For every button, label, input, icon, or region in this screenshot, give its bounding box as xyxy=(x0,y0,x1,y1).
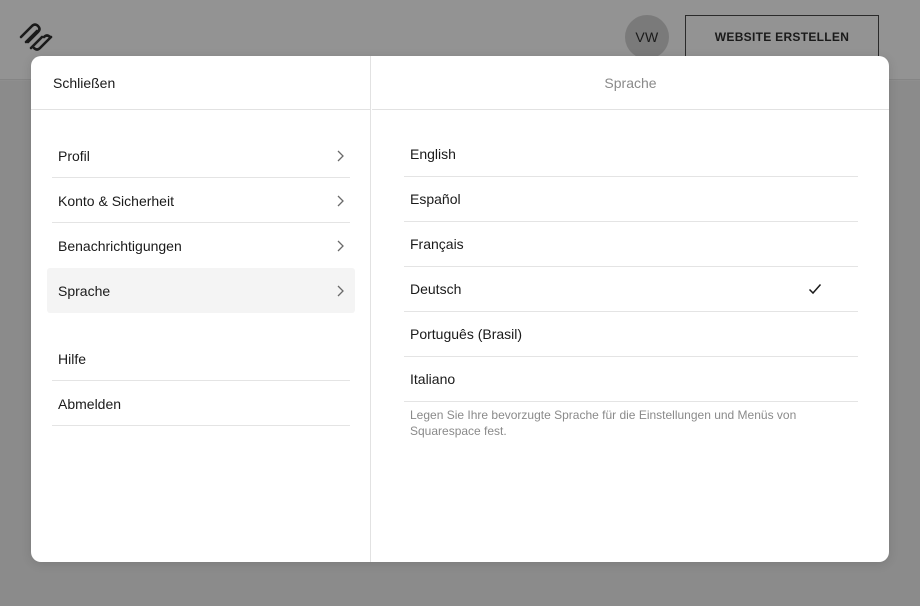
chevron-right-icon xyxy=(337,240,344,251)
panel-title: Sprache xyxy=(604,74,657,91)
language-option-portugues[interactable]: Português (Brasil) xyxy=(404,312,858,357)
menu-item-label: Sprache xyxy=(58,282,111,299)
menu-item-hilfe[interactable]: Hilfe xyxy=(47,336,355,381)
menu-item-sprache[interactable]: Sprache xyxy=(47,268,355,313)
chevron-right-icon xyxy=(337,195,344,206)
language-hint-text: Legen Sie Ihre bevorzugte Sprache für di… xyxy=(410,408,797,438)
language-option-italiano[interactable]: Italiano xyxy=(404,357,858,402)
language-label: Français xyxy=(410,236,464,252)
menu-item-label: Benachrichtigungen xyxy=(58,237,182,254)
avatar-initials: VW xyxy=(635,29,659,45)
language-label: Español xyxy=(410,191,461,207)
left-pane-header: Schließen xyxy=(31,56,370,110)
menu-item-label: Konto & Sicherheit xyxy=(58,192,174,209)
menu-item-label: Hilfe xyxy=(58,350,87,367)
squarespace-logo-icon[interactable] xyxy=(18,22,54,52)
language-option-english[interactable]: English xyxy=(404,132,858,177)
chevron-right-icon xyxy=(337,285,344,296)
account-settings-modal: Schließen Profil Konto & Sicherheit Bena… xyxy=(31,56,889,562)
language-label: Português (Brasil) xyxy=(410,326,523,342)
checkmark-icon xyxy=(808,284,822,295)
language-option-deutsch[interactable]: Deutsch xyxy=(404,267,858,312)
close-button[interactable]: Schließen xyxy=(31,75,115,91)
language-option-francais[interactable]: Français xyxy=(404,222,858,267)
menu-item-konto-sicherheit[interactable]: Konto & Sicherheit xyxy=(47,178,355,223)
create-website-button[interactable]: WEBSITE ERSTELLEN xyxy=(685,15,879,59)
language-pane: Sprache English Español Français Deutsch… xyxy=(372,56,889,562)
menu-item-benachrichtigungen[interactable]: Benachrichtigungen xyxy=(47,223,355,268)
menu-item-profil[interactable]: Profil xyxy=(47,133,355,178)
settings-menu-secondary: Hilfe Abmelden xyxy=(47,336,355,426)
chevron-right-icon xyxy=(337,150,344,161)
right-pane-header: Sprache xyxy=(372,56,889,110)
divider xyxy=(52,425,350,426)
menu-item-label: Abmelden xyxy=(58,395,122,412)
language-list: English Español Français Deutsch Portugu… xyxy=(404,132,858,402)
settings-menu-primary: Profil Konto & Sicherheit Benachrichtigu… xyxy=(47,133,355,313)
settings-nav-pane: Schließen Profil Konto & Sicherheit Bena… xyxy=(31,56,371,562)
menu-item-abmelden[interactable]: Abmelden xyxy=(47,381,355,426)
language-label: Italiano xyxy=(410,371,456,387)
language-label: Deutsch xyxy=(410,281,462,297)
menu-item-label: Profil xyxy=(58,147,90,164)
avatar[interactable]: VW xyxy=(625,15,669,59)
language-option-espanol[interactable]: Español xyxy=(404,177,858,222)
language-label: English xyxy=(410,146,456,162)
